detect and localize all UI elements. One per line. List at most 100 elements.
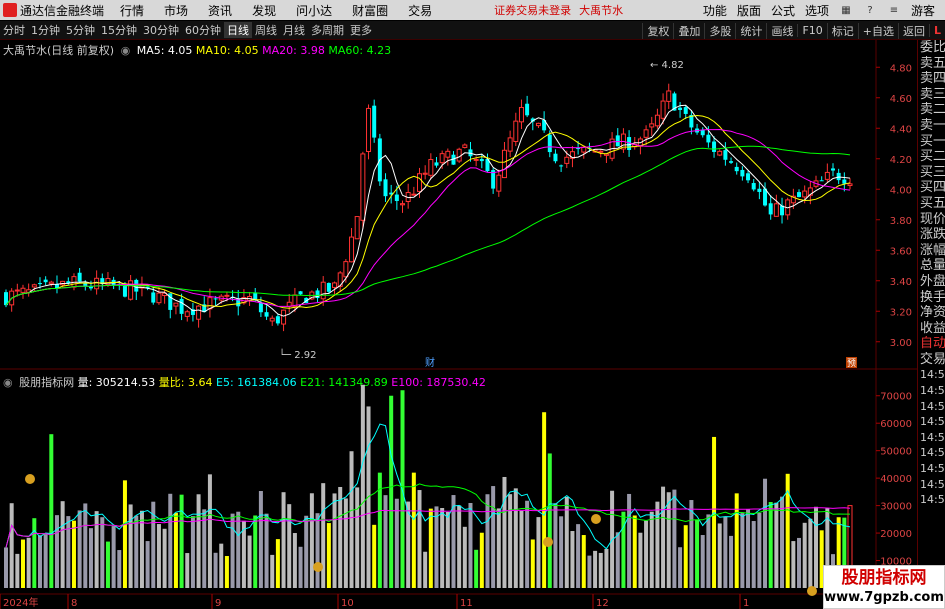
menu-formula[interactable]: 公式 [771,2,795,19]
menu-layout[interactable]: 版面 [737,2,761,19]
volume-bar [230,513,235,588]
candle-body-down [751,183,756,190]
app-title: 通达信金融终端 [20,3,105,18]
menu-item-news[interactable]: 资讯 [208,2,232,19]
side-label: 卖一 [920,117,945,133]
volume-bar [632,515,637,588]
volume-bar [423,551,428,588]
volume-bar [309,493,314,588]
volume-bar [213,552,218,588]
volume-bar [700,535,705,588]
volume-bar [122,480,127,588]
volume-bar [802,522,807,588]
stats-button[interactable]: 统计 [735,22,766,39]
volume-bar [440,507,445,588]
volume-bar [394,498,399,588]
back-button[interactable]: 返回 [897,22,929,39]
candle-body-up [224,294,230,297]
multi-stock-button[interactable]: 多股 [704,22,735,39]
mark-button[interactable]: 标记 [826,22,858,39]
volume-bar [304,515,309,588]
menu-item-quotes[interactable]: 行情 [120,2,144,19]
candle-body-up [507,137,513,152]
volume-bar [338,486,343,588]
period-tab-15min[interactable]: 15分钟 [98,22,140,38]
candle-body-up [456,148,462,162]
volume-bar [581,535,586,588]
candle-body-up [513,120,519,142]
menu-function[interactable]: 功能 [703,2,727,19]
trade-label[interactable]: 交易 [918,352,945,368]
volume-bar [20,539,25,588]
period-tab-daily[interactable]: 日线 [224,22,252,38]
candlesticks [4,83,853,332]
candle-body-down [37,283,42,285]
volume-bar [264,513,269,588]
period-tab-30min[interactable]: 30分钟 [140,22,182,38]
period-tab-60min[interactable]: 60分钟 [182,22,224,38]
candle-body-up [654,114,660,127]
volume-bar [768,502,773,588]
menu-item-trade[interactable]: 交易 [408,2,432,19]
period-tab-weekly[interactable]: 周线 [252,22,280,38]
auto-mode-label[interactable]: 自动 [918,336,945,352]
period-tab-1min[interactable]: 1分钟 [28,22,63,38]
login-notice[interactable]: 证券交易未登录 [494,2,571,18]
add-favorite-button[interactable]: +自选 [857,22,898,39]
volume-bar [717,523,722,588]
volume-tick-label: 50000 [880,447,912,458]
badge-title: 股朋指标网 [841,568,927,588]
help-icon[interactable]: ? [863,3,877,17]
candle-body-up [281,309,287,325]
volume-bar [287,504,292,588]
menu-item-discover[interactable]: 发现 [252,2,276,19]
menu-options[interactable]: 选项 [805,2,829,19]
candle-body-up [366,107,372,153]
volume-bar [513,488,518,588]
price-volume-chart[interactable]: 4.80 4.60 4.40 4.20 4.00 3.80 3.60 3.40 3.20 3.00… [0,40,917,609]
period-tab-5min[interactable]: 5分钟 [63,22,98,38]
candle-body-up [773,203,779,217]
menu-item-ask[interactable]: 问小达 [296,2,332,19]
candle-body-up [717,150,723,156]
volume-bar [661,486,666,588]
f10-button[interactable]: F10 [797,24,826,37]
volume-bar [117,550,122,588]
menu-item-market[interactable]: 市场 [164,2,188,19]
volume-bar [4,547,8,588]
overlay-button[interactable]: 叠加 [673,22,704,39]
candle-body-down [797,192,802,198]
grid-icon[interactable]: ▦ [839,3,853,17]
period-tab-monthly[interactable]: 月线 [280,22,308,38]
candle-body-down [706,134,711,143]
volume-bar [530,539,535,588]
volume-bar [100,517,105,588]
volume-bar [49,434,54,588]
period-tab-more[interactable]: 更多 [347,22,375,38]
volume-bar [627,493,632,588]
price-tick-label: 3.80 [890,216,912,227]
period-tab-timeshare[interactable]: 分时 [0,22,28,38]
candle-body-down [819,180,824,182]
volume-bar [190,516,195,588]
volume-bar [9,503,14,588]
guest-label[interactable]: 游客 [911,2,935,19]
draw-button[interactable]: 画线 [766,22,797,39]
low-price-marker: └─ 2.92 [279,348,317,361]
candle-body-down [547,134,552,153]
menu-item-wealth[interactable]: 财富圈 [352,2,388,19]
candle-body-up [473,158,479,161]
volume-tick-label: 20000 [880,529,912,540]
volume-bar [281,492,286,588]
settings-icon[interactable]: ≡ [887,3,901,17]
candle-body-up [128,280,134,300]
volume-bar [360,384,365,588]
candle-body-up [598,150,604,153]
level-indicator[interactable]: L [928,24,945,37]
candle-body-up [411,193,417,196]
volume-bar [508,494,513,588]
candle-body-down [77,272,82,282]
adjust-button[interactable]: 复权 [642,22,673,39]
period-tab-multi[interactable]: 多周期 [308,22,347,38]
candle-body-down [729,161,734,163]
